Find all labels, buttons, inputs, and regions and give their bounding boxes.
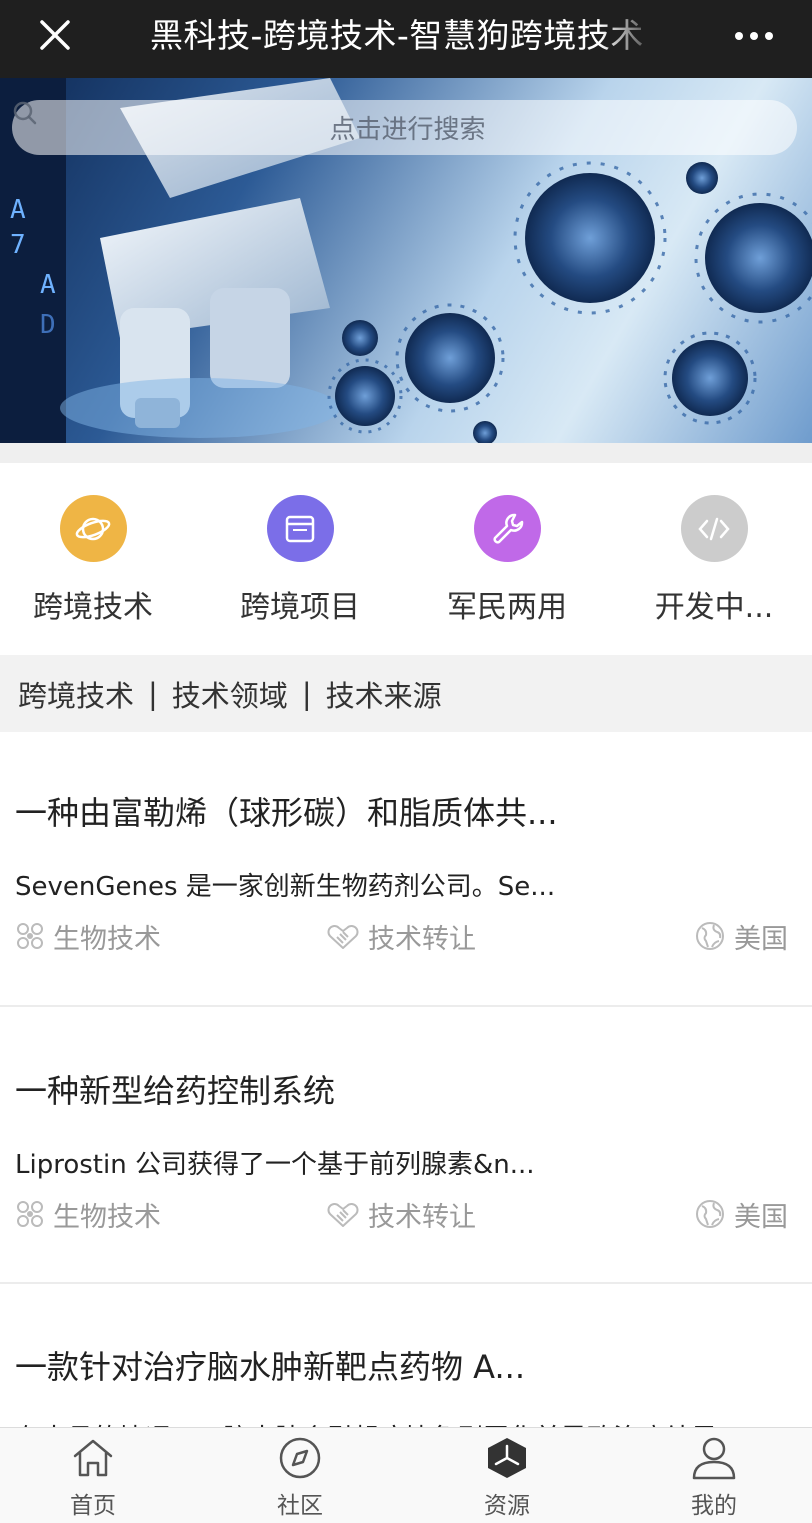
category-grid: 跨境技术 跨境项目 军民两用 开发中... xyxy=(0,463,812,655)
category-label: 军民两用 xyxy=(447,590,567,625)
close-button[interactable] xyxy=(30,14,80,58)
filter-cross-border-tech[interactable]: 跨境技术 xyxy=(18,673,134,715)
article-country-label: 美国 xyxy=(734,1201,788,1233)
handshake-icon xyxy=(327,1203,359,1227)
filter-separator: | xyxy=(148,676,158,711)
search-placeholder: 点击进行搜索 xyxy=(329,115,486,145)
article-title: 一款针对治疗脑水肿新靶点药物 A... xyxy=(15,1348,526,1386)
filter-separator: | xyxy=(301,676,312,711)
category-label: 开发中... xyxy=(654,590,774,625)
resource-cube-icon xyxy=(488,1438,526,1478)
filter-bar: 跨境技术 | 技术领域 | 技术来源 xyxy=(0,655,812,732)
home-icon xyxy=(73,1439,113,1477)
article-field: 生物技术 xyxy=(15,1196,161,1233)
tab-label: 社区 xyxy=(277,1493,323,1519)
article-title: 一种由富勒烯（球形碳）和脂质体共... xyxy=(15,794,558,832)
molecule-icon xyxy=(17,1201,43,1227)
filter-tech-field[interactable]: 技术领域 xyxy=(172,673,288,715)
user-icon xyxy=(692,1437,736,1480)
category-label: 跨境技术 xyxy=(33,590,153,625)
article-item[interactable]: 一款针对治疗脑水肿新靶点药物 A... 在大月的情况下，脑水肿会引起病情急剧恶化… xyxy=(0,1284,812,1427)
window-icon xyxy=(266,495,334,562)
close-icon xyxy=(40,20,70,50)
handshake-icon xyxy=(327,925,359,949)
tab-label: 我的 xyxy=(691,1493,737,1519)
article-item[interactable]: 一种新型给药控制系统 Liprostin 公司获得了一个基于前列腺素&n... … xyxy=(0,1008,812,1282)
article-country-label: 美国 xyxy=(734,923,788,955)
tab-mine[interactable]: 我的 xyxy=(654,1436,774,1522)
article-country: 美国 xyxy=(694,918,788,955)
article-title: 一种新型给药控制系统 xyxy=(15,1072,336,1110)
category-dual-use[interactable]: 军民两用 xyxy=(417,495,597,645)
category-label: 跨境项目 xyxy=(240,590,360,625)
code-icon xyxy=(680,495,748,562)
svg-text:7: 7 xyxy=(10,230,26,260)
article-field-label: 生物技术 xyxy=(53,1201,161,1233)
more-button[interactable] xyxy=(724,16,784,56)
page-title: 黑科技-跨境技术-智慧狗跨境技术 xyxy=(150,12,660,60)
tab-label: 资源 xyxy=(484,1493,530,1519)
article-field: 生物技术 xyxy=(15,918,161,955)
category-cross-border-project[interactable]: 跨境项目 xyxy=(210,495,390,645)
molecule-icon xyxy=(17,923,43,949)
planet-icon xyxy=(59,495,127,562)
globe-icon xyxy=(696,1200,724,1228)
tab-resources[interactable]: 资源 xyxy=(447,1436,567,1522)
globe-icon xyxy=(696,922,724,950)
article-item[interactable]: 一种由富勒烯（球形碳）和脂质体共... SevenGenes 是一家创新生物药剂… xyxy=(0,732,812,1006)
svg-text:D: D xyxy=(40,310,56,340)
top-navbar: 黑科技-跨境技术-智慧狗跨境技术 xyxy=(0,0,812,78)
article-type-label: 技术转让 xyxy=(368,1201,476,1233)
tab-home[interactable]: 首页 xyxy=(33,1436,153,1522)
svg-text:A: A xyxy=(40,270,56,300)
tab-label: 首页 xyxy=(70,1493,116,1519)
article-type-label: 技术转让 xyxy=(368,923,476,955)
compass-icon xyxy=(279,1437,321,1479)
article-field-label: 生物技术 xyxy=(53,923,161,955)
list-divider xyxy=(0,1005,812,1007)
category-in-development[interactable]: 开发中... xyxy=(624,495,804,645)
search-input[interactable]: 点击进行搜索 xyxy=(12,100,797,155)
article-desc: 在大月的情况下，脑水肿会引起病情急剧恶化并导致治疗结果 xyxy=(15,1418,717,1427)
banner-image[interactable]: A 7 A D 点击进行搜索 xyxy=(0,78,812,443)
search-icon xyxy=(13,101,37,125)
article-type: 技术转让 xyxy=(326,918,476,955)
article-desc: SevenGenes 是一家创新生物药剂公司。Se... xyxy=(15,872,556,902)
article-type: 技术转让 xyxy=(326,1196,476,1233)
svg-text:A: A xyxy=(10,195,26,225)
section-gap xyxy=(0,443,812,463)
bottom-tab-bar: 首页 社区 资源 我的 xyxy=(0,1427,812,1523)
wrench-icon xyxy=(473,495,541,562)
article-country: 美国 xyxy=(694,1196,788,1233)
filter-tech-source[interactable]: 技术来源 xyxy=(326,673,442,715)
tab-community[interactable]: 社区 xyxy=(240,1436,360,1522)
article-desc: Liprostin 公司获得了一个基于前列腺素&n... xyxy=(15,1150,535,1180)
category-cross-border-tech[interactable]: 跨境技术 xyxy=(3,495,183,645)
more-dots-icon xyxy=(735,32,773,40)
